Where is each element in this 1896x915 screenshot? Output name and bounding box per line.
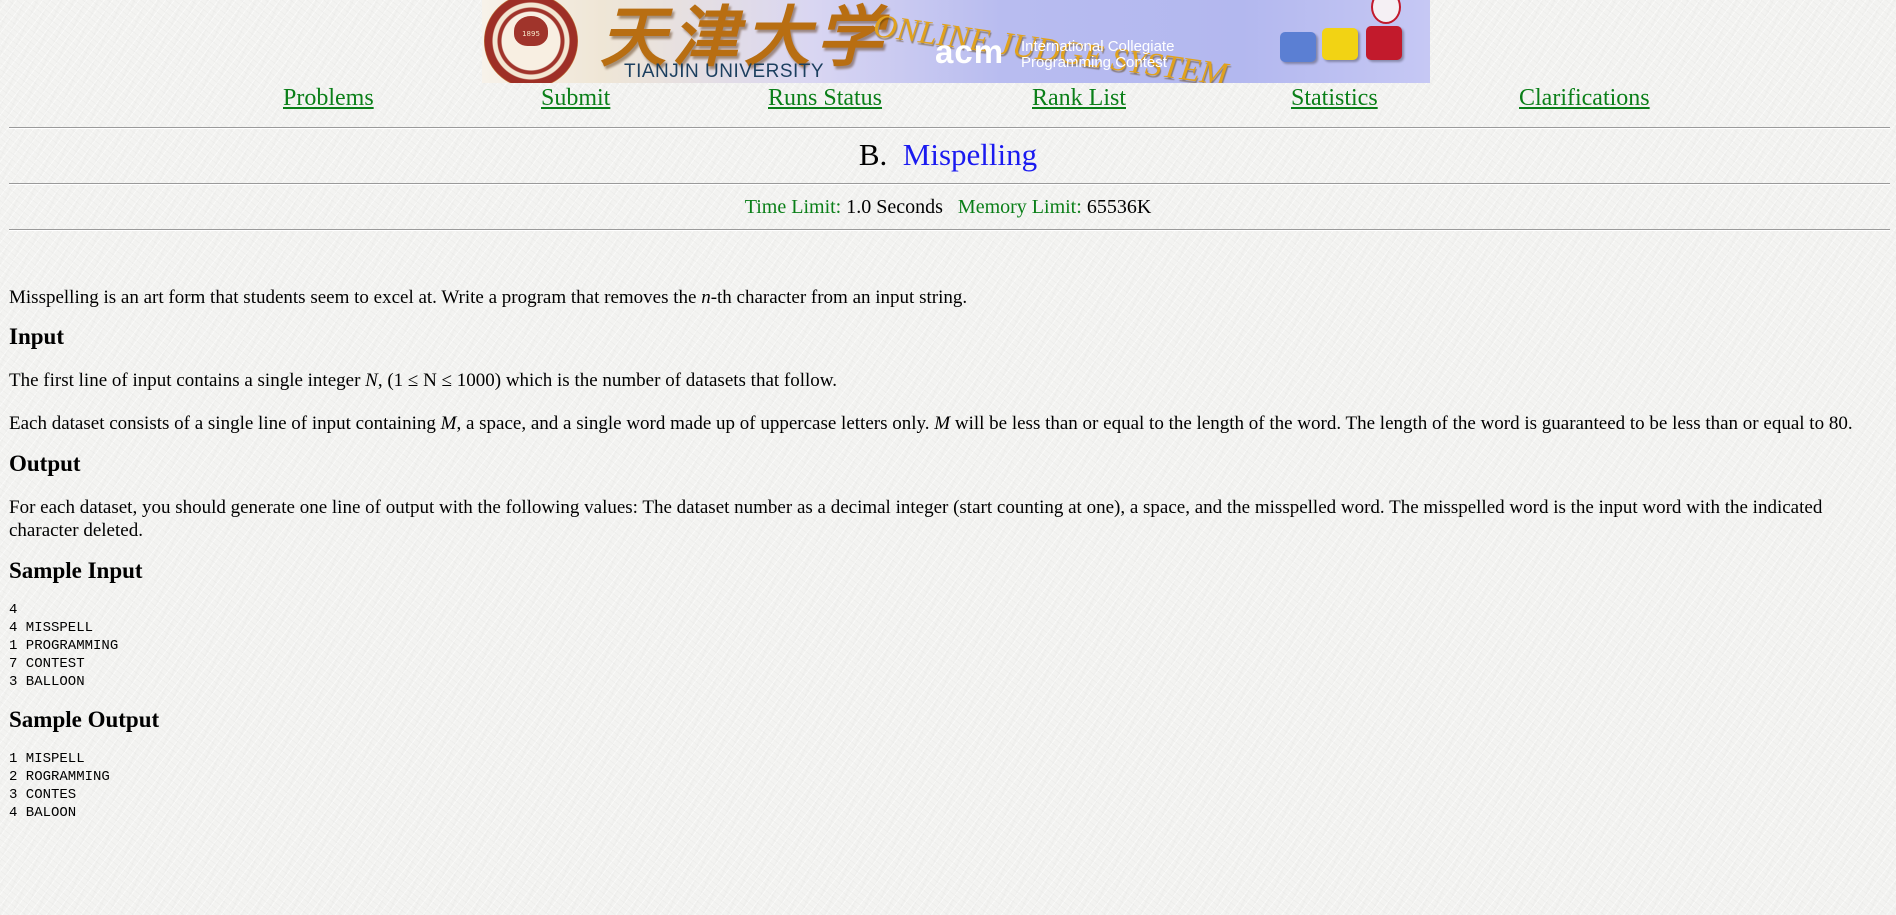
problem-limits: Time Limit: 1.0 Seconds Memory Limit: 65…	[0, 185, 1896, 229]
problem-number: B.	[858, 137, 888, 172]
problem-body: Misspelling is an art form that students…	[9, 231, 1879, 822]
problem-title: B. Mispelling	[0, 129, 1896, 183]
problem-description: Misspelling is an art form that students…	[9, 287, 968, 308]
output-paragraph: For each dataset, you should generate on…	[9, 497, 1823, 541]
sample-output-block: 1 MISPELL 2 ROGRAMMING 3 CONTES 4 BALOON	[9, 751, 110, 821]
acm-subtitle-line1: International Collegiate	[1021, 38, 1175, 55]
seal-year: 1895	[522, 30, 540, 38]
input-heading: Input	[9, 324, 64, 349]
memory-limit-value: 65536K	[1086, 196, 1152, 218]
acm-subtitle-line2: Programming Contest	[1021, 54, 1167, 71]
university-seal-logo: 1895	[484, 0, 578, 83]
balloon-icon	[1371, 0, 1401, 24]
nav-statistics-link[interactable]: Statistics	[1291, 85, 1378, 112]
sample-input-heading: Sample Input	[9, 558, 143, 583]
nav-rank-list-link[interactable]: Rank List	[1032, 85, 1126, 112]
output-heading: Output	[9, 451, 81, 476]
input-paragraph-1: The first line of input contains a singl…	[9, 370, 838, 391]
cloud-icon	[1280, 32, 1316, 62]
problem-name: Mispelling	[902, 137, 1038, 172]
header-banner: 1895 天津大学 TIANJIN UNIVERSITY ONLINE JUDG…	[482, 0, 1430, 83]
acm-logo-text: acm	[935, 33, 1005, 70]
memory-limit-label: Memory Limit:	[957, 196, 1082, 218]
time-limit-label: Time Limit:	[744, 196, 842, 218]
acm-subtitle: International Collegiate Programming Con…	[1021, 39, 1174, 71]
time-limit-value: 1.0 Seconds	[846, 196, 943, 218]
nav-clarifications-link[interactable]: Clarifications	[1519, 85, 1650, 112]
main-nav: Problems Submit Runs Status Rank List St…	[0, 83, 1896, 117]
gift-icon	[1366, 26, 1402, 60]
nav-problems-link[interactable]: Problems	[283, 85, 374, 112]
sample-output-heading: Sample Output	[9, 707, 160, 732]
header-banner-area: 1895 天津大学 TIANJIN UNIVERSITY ONLINE JUDG…	[0, 0, 1896, 83]
input-paragraph-2: Each dataset consists of a single line o…	[9, 413, 1853, 434]
lightbulb-icon	[1322, 28, 1358, 60]
university-name-en: TIANJIN UNIVERSITY	[624, 61, 825, 82]
nav-submit-link[interactable]: Submit	[541, 85, 610, 112]
sample-input-block: 4 4 MISSPELL 1 PROGRAMMING 7 CONTEST 3 B…	[9, 602, 119, 690]
nav-runs-status-link[interactable]: Runs Status	[768, 85, 882, 112]
